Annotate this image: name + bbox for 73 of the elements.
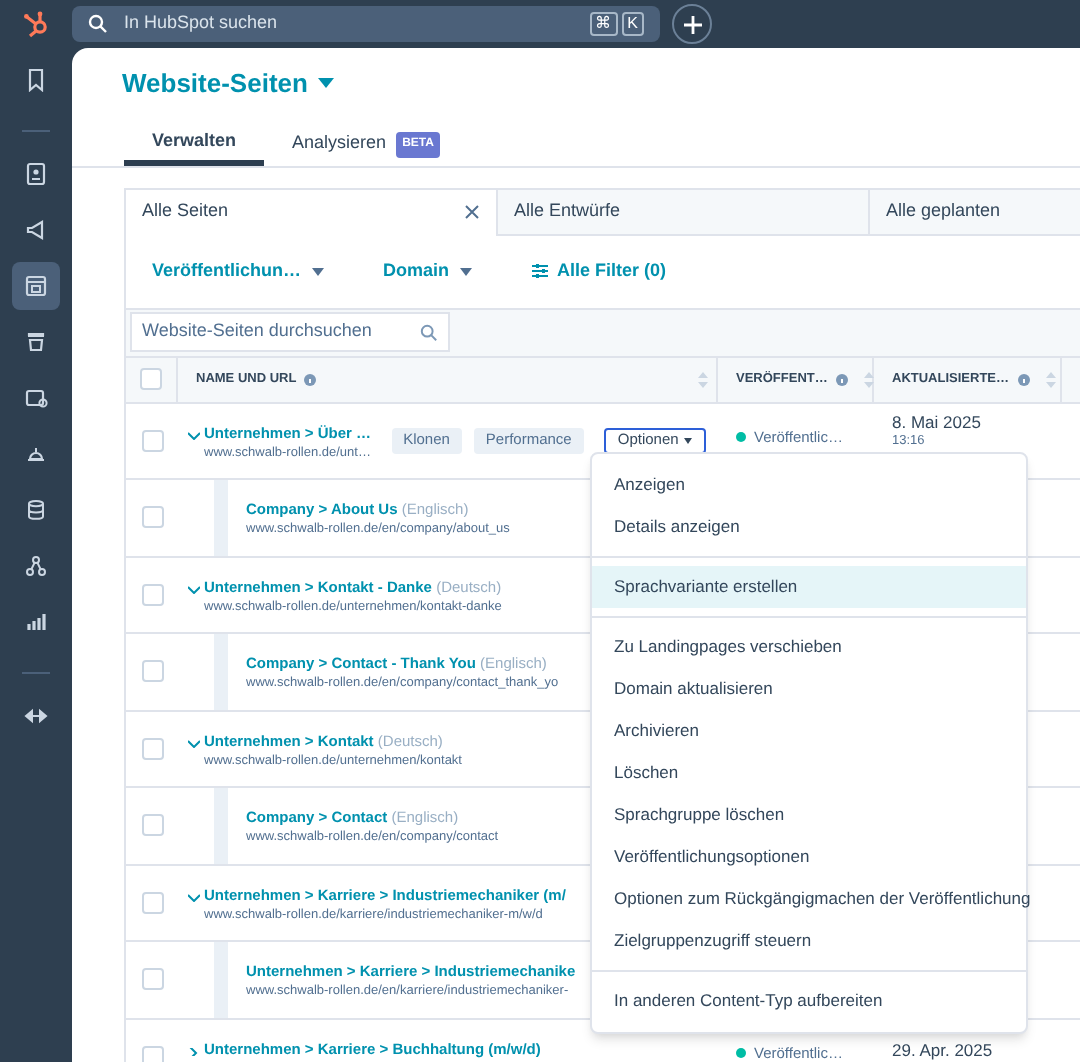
menu-item[interactable]: Sprachvariante erstellen: [592, 566, 1026, 608]
search-placeholder: In HubSpot suchen: [124, 10, 280, 37]
website-icon: [24, 274, 48, 298]
caret-icon: [311, 267, 324, 275]
menu-item[interactable]: Zu Landingpages verschieben: [592, 626, 1026, 668]
checkbox[interactable]: [141, 968, 163, 991]
filter-button[interactable]: Veröffentlichun…: [152, 257, 324, 285]
close-icon[interactable]: [464, 204, 480, 220]
table-search-field[interactable]: Website-Seiten durchsuchen: [130, 312, 450, 352]
checkbox[interactable]: [141, 583, 163, 606]
updated-date: 29. Apr. 2025: [892, 1039, 995, 1061]
menu-item[interactable]: Anzeigen: [592, 464, 1026, 506]
indent-bar: [214, 634, 228, 709]
megaphone-icon: [24, 218, 48, 242]
checkbox[interactable]: [140, 368, 162, 390]
collapse-icon: [24, 704, 48, 728]
caret-icon[interactable]: [317, 78, 334, 89]
database-icon: [24, 498, 48, 522]
search-placeholder: Website-Seiten durchsuchen: [142, 318, 374, 345]
checkbox[interactable]: [141, 737, 163, 760]
checkbox[interactable]: [141, 429, 163, 452]
tab[interactable]: Analysieren: [292, 123, 387, 165]
indent-bar: [214, 942, 228, 1017]
menu-item[interactable]: Archivieren: [592, 710, 1026, 752]
caret-icon: [459, 267, 472, 275]
service-bell-icon: [24, 442, 48, 466]
menu-item[interactable]: Veröffentlichungsoptionen: [592, 836, 1026, 878]
chevron-icon[interactable]: [188, 585, 200, 593]
search-icon: [420, 323, 438, 341]
plus-icon: [683, 15, 701, 33]
updated-date: 8. Mai 2025: [892, 411, 983, 433]
menu-item[interactable]: Details anzeigen: [592, 506, 1026, 548]
chevron-icon[interactable]: [188, 893, 200, 901]
page-title[interactable]: Website-Seiten: [122, 64, 308, 103]
logo-icon[interactable]: [22, 10, 50, 38]
menu-item[interactable]: In anderen Content-Typ aufbereiten: [592, 980, 1026, 1022]
search-field[interactable]: In HubSpot suchen ⌘ K: [72, 6, 660, 42]
sliders-icon: [531, 264, 548, 278]
view-tab[interactable]: Alle Entwürfe: [498, 189, 870, 235]
chevron-icon[interactable]: [188, 431, 200, 439]
menu-item[interactable]: Zielgruppenzugriff steuern: [592, 920, 1026, 962]
chevron-icon[interactable]: [188, 1047, 200, 1055]
indent-bar: [214, 788, 228, 863]
bar-chart-icon: [24, 610, 48, 634]
tab[interactable]: Verwalten: [124, 124, 265, 166]
info-icon: [835, 373, 848, 385]
sidebar-item[interactable]: [12, 262, 60, 310]
chevron-icon[interactable]: [188, 739, 200, 747]
filter-button[interactable]: Domain: [383, 257, 472, 285]
checkbox[interactable]: [141, 814, 163, 837]
checkbox[interactable]: [141, 891, 163, 914]
add-button[interactable]: [672, 4, 712, 44]
shortcut-key: K: [621, 12, 644, 36]
indent-bar: [214, 480, 228, 555]
contact-card-icon: [24, 162, 48, 186]
menu-item[interactable]: Optionen zum Rückgängigmachen der Veröffentlichung: [592, 878, 1026, 920]
search-icon: [88, 14, 108, 34]
filter-button[interactable]: Alle Filter (0): [531, 257, 667, 285]
bookmark-icon: [24, 68, 48, 92]
info-icon: [1017, 373, 1029, 385]
checkbox[interactable]: [141, 506, 163, 529]
wallet-icon: [24, 386, 48, 410]
checkbox[interactable]: [141, 1045, 163, 1062]
menu-item[interactable]: Domain aktualisieren: [592, 668, 1026, 710]
shop-icon: [24, 330, 48, 354]
network-icon: [24, 554, 48, 578]
checkbox[interactable]: [141, 660, 163, 683]
caret-icon: [684, 437, 693, 443]
menu-item[interactable]: Löschen: [592, 752, 1026, 794]
shortcut-key: ⌘: [589, 12, 618, 36]
info-icon: [304, 373, 317, 385]
menu-item[interactable]: Sprachgruppe löschen: [592, 794, 1026, 836]
view-tab[interactable]: Alle geplanten: [870, 189, 1080, 235]
